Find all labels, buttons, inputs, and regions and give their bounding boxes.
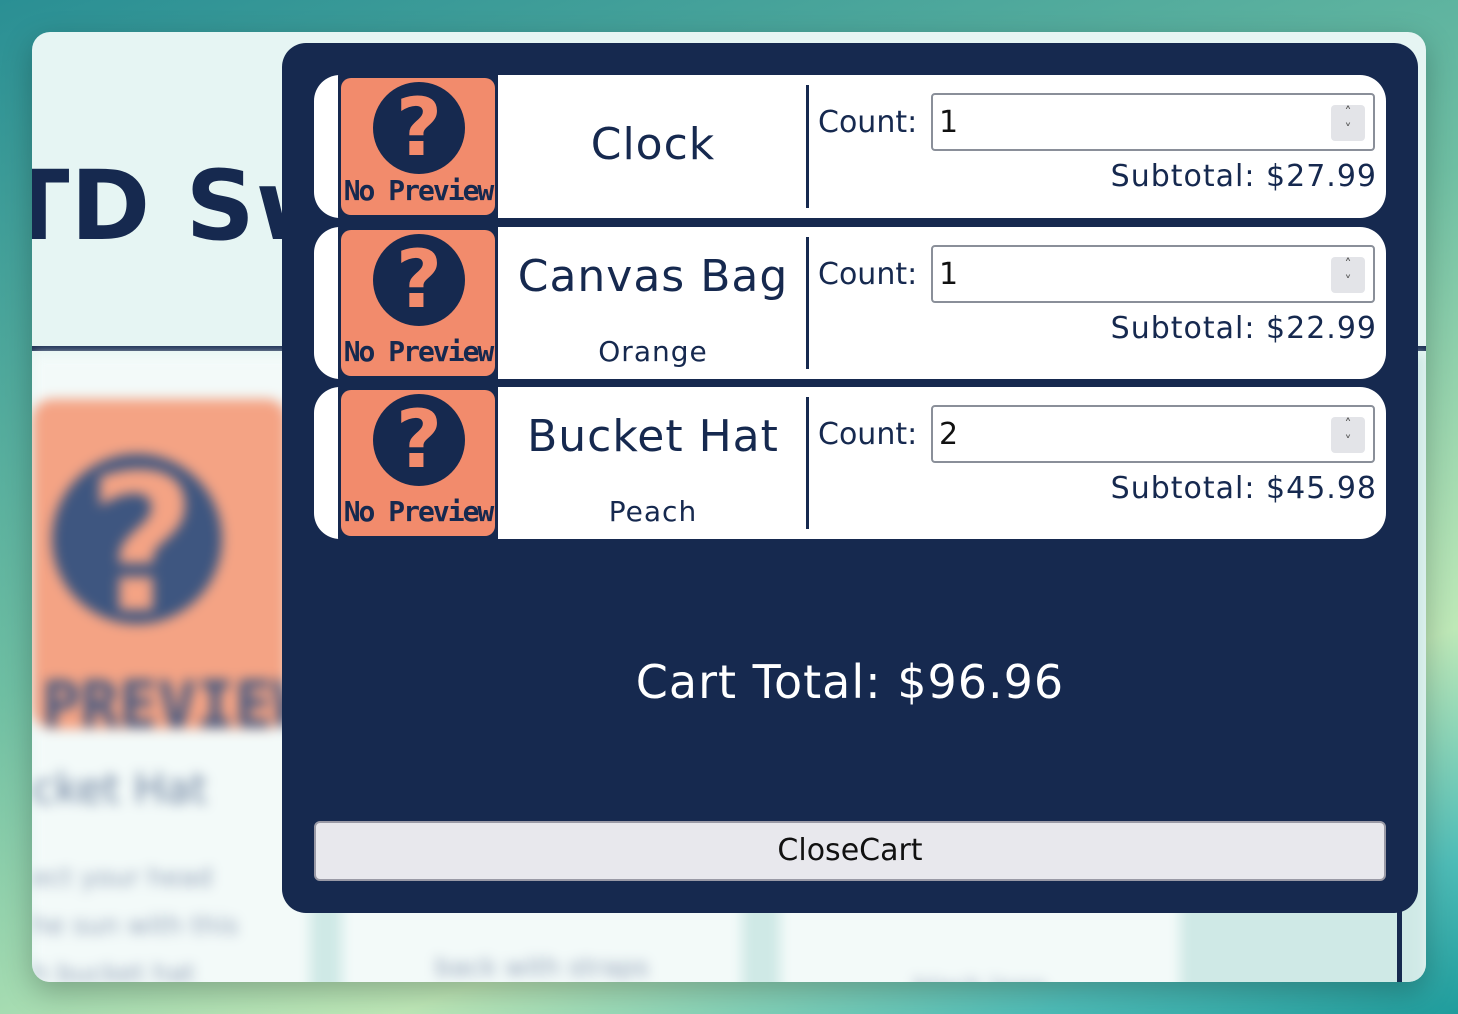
no-preview-text: No Preview (343, 335, 495, 368)
product-description: black logo (780, 964, 1180, 982)
product-image: ? PREVIEW (32, 399, 312, 743)
item-name: Canvas Bag (517, 251, 789, 302)
count-value: 1 (939, 105, 959, 140)
item-name: Clock (590, 119, 716, 170)
product-name: cket Hat (32, 764, 208, 813)
count-label: Count: (818, 417, 918, 452)
cart-item: ? No Preview Clock Count: 1 ˄ ˅ Subtotal:… (314, 75, 1386, 218)
product-card[interactable]: ? PREVIEW cket Hat ect your head he sun … (32, 354, 312, 982)
question-mark-icon: ? (373, 82, 465, 174)
item-subtotal: Subtotal: $45.98 (1110, 471, 1377, 506)
count-input[interactable]: 1 ˄ ˅ (931, 245, 1375, 303)
item-subtotal: Subtotal: $27.99 (1110, 159, 1377, 194)
no-preview-text: No Preview (343, 495, 495, 528)
item-variant: Peach (608, 495, 698, 528)
product-description: back with straps (435, 953, 649, 982)
cart-modal: ? No Preview Clock Count: 1 ˄ ˅ Subtotal:… (282, 43, 1418, 913)
preview-text: PREVIEW (42, 669, 312, 743)
question-mark-icon: ? (373, 234, 465, 326)
item-variant: Orange (598, 335, 708, 368)
count-input[interactable]: 2 ˄ ˅ (931, 405, 1375, 463)
item-divider (806, 397, 809, 529)
item-thumbnail: ? No Preview (338, 75, 498, 218)
spinner-icon[interactable]: ˄ ˅ (1331, 105, 1365, 141)
count-value: 1 (939, 257, 959, 292)
item-thumbnail: ? No Preview (338, 227, 498, 379)
product-description: ect your head he sun with this h bucket … (32, 863, 239, 982)
spinner-icon[interactable]: ˄ ˅ (1331, 257, 1365, 293)
item-name: Bucket Hat (527, 411, 779, 462)
spinner-icon[interactable]: ˄ ˅ (1331, 417, 1365, 453)
close-cart-button[interactable]: CloseCart (314, 821, 1386, 881)
item-divider (806, 237, 809, 369)
cart-item: ? No Preview Bucket Hat Peach Count: 2 ˄… (314, 387, 1386, 539)
count-input[interactable]: 1 ˄ ˅ (931, 93, 1375, 151)
question-mark-icon: ? (373, 394, 465, 486)
item-subtotal: Subtotal: $22.99 (1110, 311, 1377, 346)
cart-item: ? No Preview Canvas Bag Orange Count: 1 … (314, 227, 1386, 379)
item-thumbnail: ? No Preview (338, 387, 498, 539)
count-label: Count: (818, 257, 918, 292)
no-preview-text: No Preview (343, 174, 495, 207)
count-label: Count: (818, 105, 918, 140)
item-divider (806, 85, 809, 208)
cart-total: Cart Total: $96.96 (635, 655, 1065, 709)
count-value: 2 (939, 417, 959, 452)
